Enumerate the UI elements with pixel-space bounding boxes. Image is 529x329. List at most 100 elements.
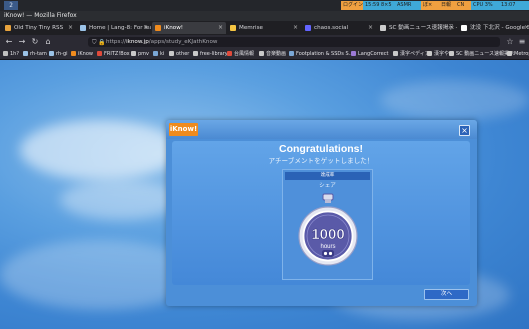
tab-label: chaos.social: [314, 25, 349, 31]
bookmark-item[interactable]: 漢字や: [427, 49, 449, 59]
tray-item[interactable]: CPU 3%: [471, 1, 501, 10]
close-tab-icon[interactable]: ×: [68, 22, 73, 34]
tray-item[interactable]: ASMR: [395, 1, 423, 10]
bookmark-label: LangCorrect: [358, 51, 389, 57]
bookmark-item[interactable]: pmv: [131, 49, 149, 59]
medal-unit: hours: [320, 244, 335, 250]
tab-label: SC 動画ニュース速報掲示 - NetT: [389, 25, 457, 31]
workspace-indicator[interactable]: 2: [4, 1, 18, 10]
cloud: [20, 120, 180, 180]
bookmark-favicon-icon: [97, 50, 102, 56]
bookmark-favicon-icon: [289, 50, 294, 56]
home-button[interactable]: ⌂: [43, 37, 53, 47]
url-prefix: https://: [106, 39, 127, 45]
bookmark-favicon-icon: [449, 50, 454, 56]
bookmark-item[interactable]: iKnow: [71, 49, 93, 59]
bookmark-item[interactable]: rh-tam: [23, 49, 47, 59]
favicon-icon: [230, 25, 236, 31]
bookmark-favicon-icon: [49, 50, 54, 56]
bookmark-label: rh-gi: [56, 51, 68, 57]
tab[interactable]: 沈没 下北沢 - Google Search×: [458, 22, 529, 34]
tab[interactable]: Old Tiny Tiny RSS ×: [2, 22, 76, 34]
bookmark-favicon-icon: [23, 50, 28, 56]
tab[interactable]: iKnow! ×: [152, 22, 226, 34]
achievement-subtitle: アチーブメントをゲットしました！: [268, 157, 374, 165]
tab-strip: Old Tiny Tiny RSS×Home | Lang-8: For lea…: [0, 21, 529, 35]
bookmark-item[interactable]: 漢字ペディア: [393, 49, 430, 59]
bookmark-item[interactable]: 台風情報: [227, 49, 254, 59]
system-top-bar: 2 ログイン 15:59 8×5 ASMR ぼ× 日報 CN CPU 3% 13:07: [0, 0, 529, 11]
tab-label: iKnow!: [164, 25, 184, 31]
bookmark-label: iKnow: [78, 51, 93, 57]
tab[interactable]: Home | Lang-8: For learn×: [77, 22, 151, 34]
next-button[interactable]: 次へ: [424, 289, 469, 300]
close-tab-icon[interactable]: ×: [368, 22, 373, 34]
url-bar[interactable]: ⛉ 🔒 https://iknow.jp/apps/study_eKJathKn…: [88, 37, 500, 47]
navigation-toolbar: ← → ↻ ⌂ ⛉ 🔒 https://iknow.jp/apps/study_…: [0, 35, 529, 49]
bookmark-favicon-icon: [169, 50, 174, 56]
bookmark-item[interactable]: other: [169, 49, 189, 59]
bookmark-item[interactable]: rh-gi: [49, 49, 68, 59]
bookmark-item[interactable]: Footplation & SSDs S...: [289, 49, 353, 59]
reload-button[interactable]: ↻: [30, 37, 40, 47]
shield-icon[interactable]: ⛉: [92, 38, 97, 47]
tray-item[interactable]: 13:07: [499, 1, 529, 10]
tray-item[interactable]: ぼ×: [421, 1, 441, 10]
bookmark-favicon-icon: [507, 50, 512, 56]
owl-face-icon: [322, 250, 334, 257]
dialog-content: Congratulations! アチーブメントをゲットしました！ 達成率 シェ…: [172, 141, 470, 285]
tray-item[interactable]: ログイン: [341, 1, 365, 10]
bookmark-item[interactable]: SC 動画ニュース速報掲示: [449, 49, 514, 59]
menu-icon[interactable]: ≡: [517, 37, 527, 47]
bookmark-label: pmv: [138, 51, 150, 57]
bookmark-item[interactable]: FRITZ!Box: [97, 49, 130, 59]
bookmark-item[interactable]: free-library: [193, 49, 228, 59]
bookmark-favicon-icon: [227, 50, 232, 56]
close-tab-icon[interactable]: ×: [449, 22, 454, 34]
close-tab-icon[interactable]: ×: [218, 22, 223, 34]
bookmark-favicon-icon: [351, 50, 356, 56]
bookmark-favicon-icon: [393, 50, 398, 56]
bookmark-label: 漢字ペディア: [400, 51, 430, 57]
close-tab-icon[interactable]: ×: [293, 22, 298, 34]
back-button[interactable]: ←: [4, 37, 14, 47]
achievement-category: 達成率: [285, 172, 370, 180]
bookmark-item[interactable]: 1h?: [3, 49, 19, 59]
bookmark-label: rh-tam: [30, 51, 47, 57]
bookmark-label: 1h?: [10, 51, 20, 57]
bookmark-favicon-icon: [3, 50, 8, 56]
achievement-name: シェア: [319, 183, 336, 189]
close-button[interactable]: ×: [459, 125, 470, 136]
bookmark-favicon-icon: [153, 50, 158, 56]
achievement-dialog: iKnow! × Congratulations! アチーブメントをゲットしまし…: [166, 120, 477, 306]
window-title: iKnow! — Mozilla Firefox: [0, 11, 529, 21]
bookmark-favicon-icon: [193, 50, 198, 56]
tab[interactable]: chaos.social ×: [302, 22, 376, 34]
bookmark-item[interactable]: ki: [153, 49, 164, 59]
congratulations-title: Congratulations!: [279, 143, 363, 155]
bookmark-item[interactable]: Metropolis Magazin: [507, 49, 529, 59]
bookmark-item[interactable]: 音楽動画: [259, 49, 286, 59]
bookmark-label: Footplation & SSDs S...: [296, 51, 354, 57]
forward-button[interactable]: →: [17, 37, 27, 47]
tab-label: 沈没 下北沢 - Google Search: [470, 25, 529, 31]
iknow-logo: iKnow!: [169, 123, 198, 136]
favicon-icon: [155, 25, 161, 31]
cloud: [60, 180, 180, 220]
tab-label: Home | Lang-8: For learn: [89, 25, 151, 31]
tab[interactable]: SC 動画ニュース速報掲示 - NetT×: [377, 22, 457, 34]
bookmark-favicon-icon: [427, 50, 432, 56]
close-tab-icon[interactable]: ×: [524, 22, 529, 34]
lock-icon[interactable]: 🔒: [98, 38, 105, 47]
bookmark-label: 音楽動画: [266, 51, 287, 57]
tray-item[interactable]: 15:59 8×5: [363, 1, 397, 10]
bookmark-item[interactable]: LangCorrect: [351, 49, 388, 59]
close-tab-icon[interactable]: ×: [143, 22, 148, 34]
bookmark-label: 漢字や: [434, 51, 450, 57]
bookmark-label: FRITZ!Box: [104, 51, 130, 57]
bookmark-favicon-icon: [259, 50, 264, 56]
url-domain: iknow.jp: [126, 39, 149, 45]
bookmark-star-icon[interactable]: ☆: [505, 37, 515, 47]
tab[interactable]: Memrise ×: [227, 22, 301, 34]
bookmark-label: other: [176, 51, 190, 57]
